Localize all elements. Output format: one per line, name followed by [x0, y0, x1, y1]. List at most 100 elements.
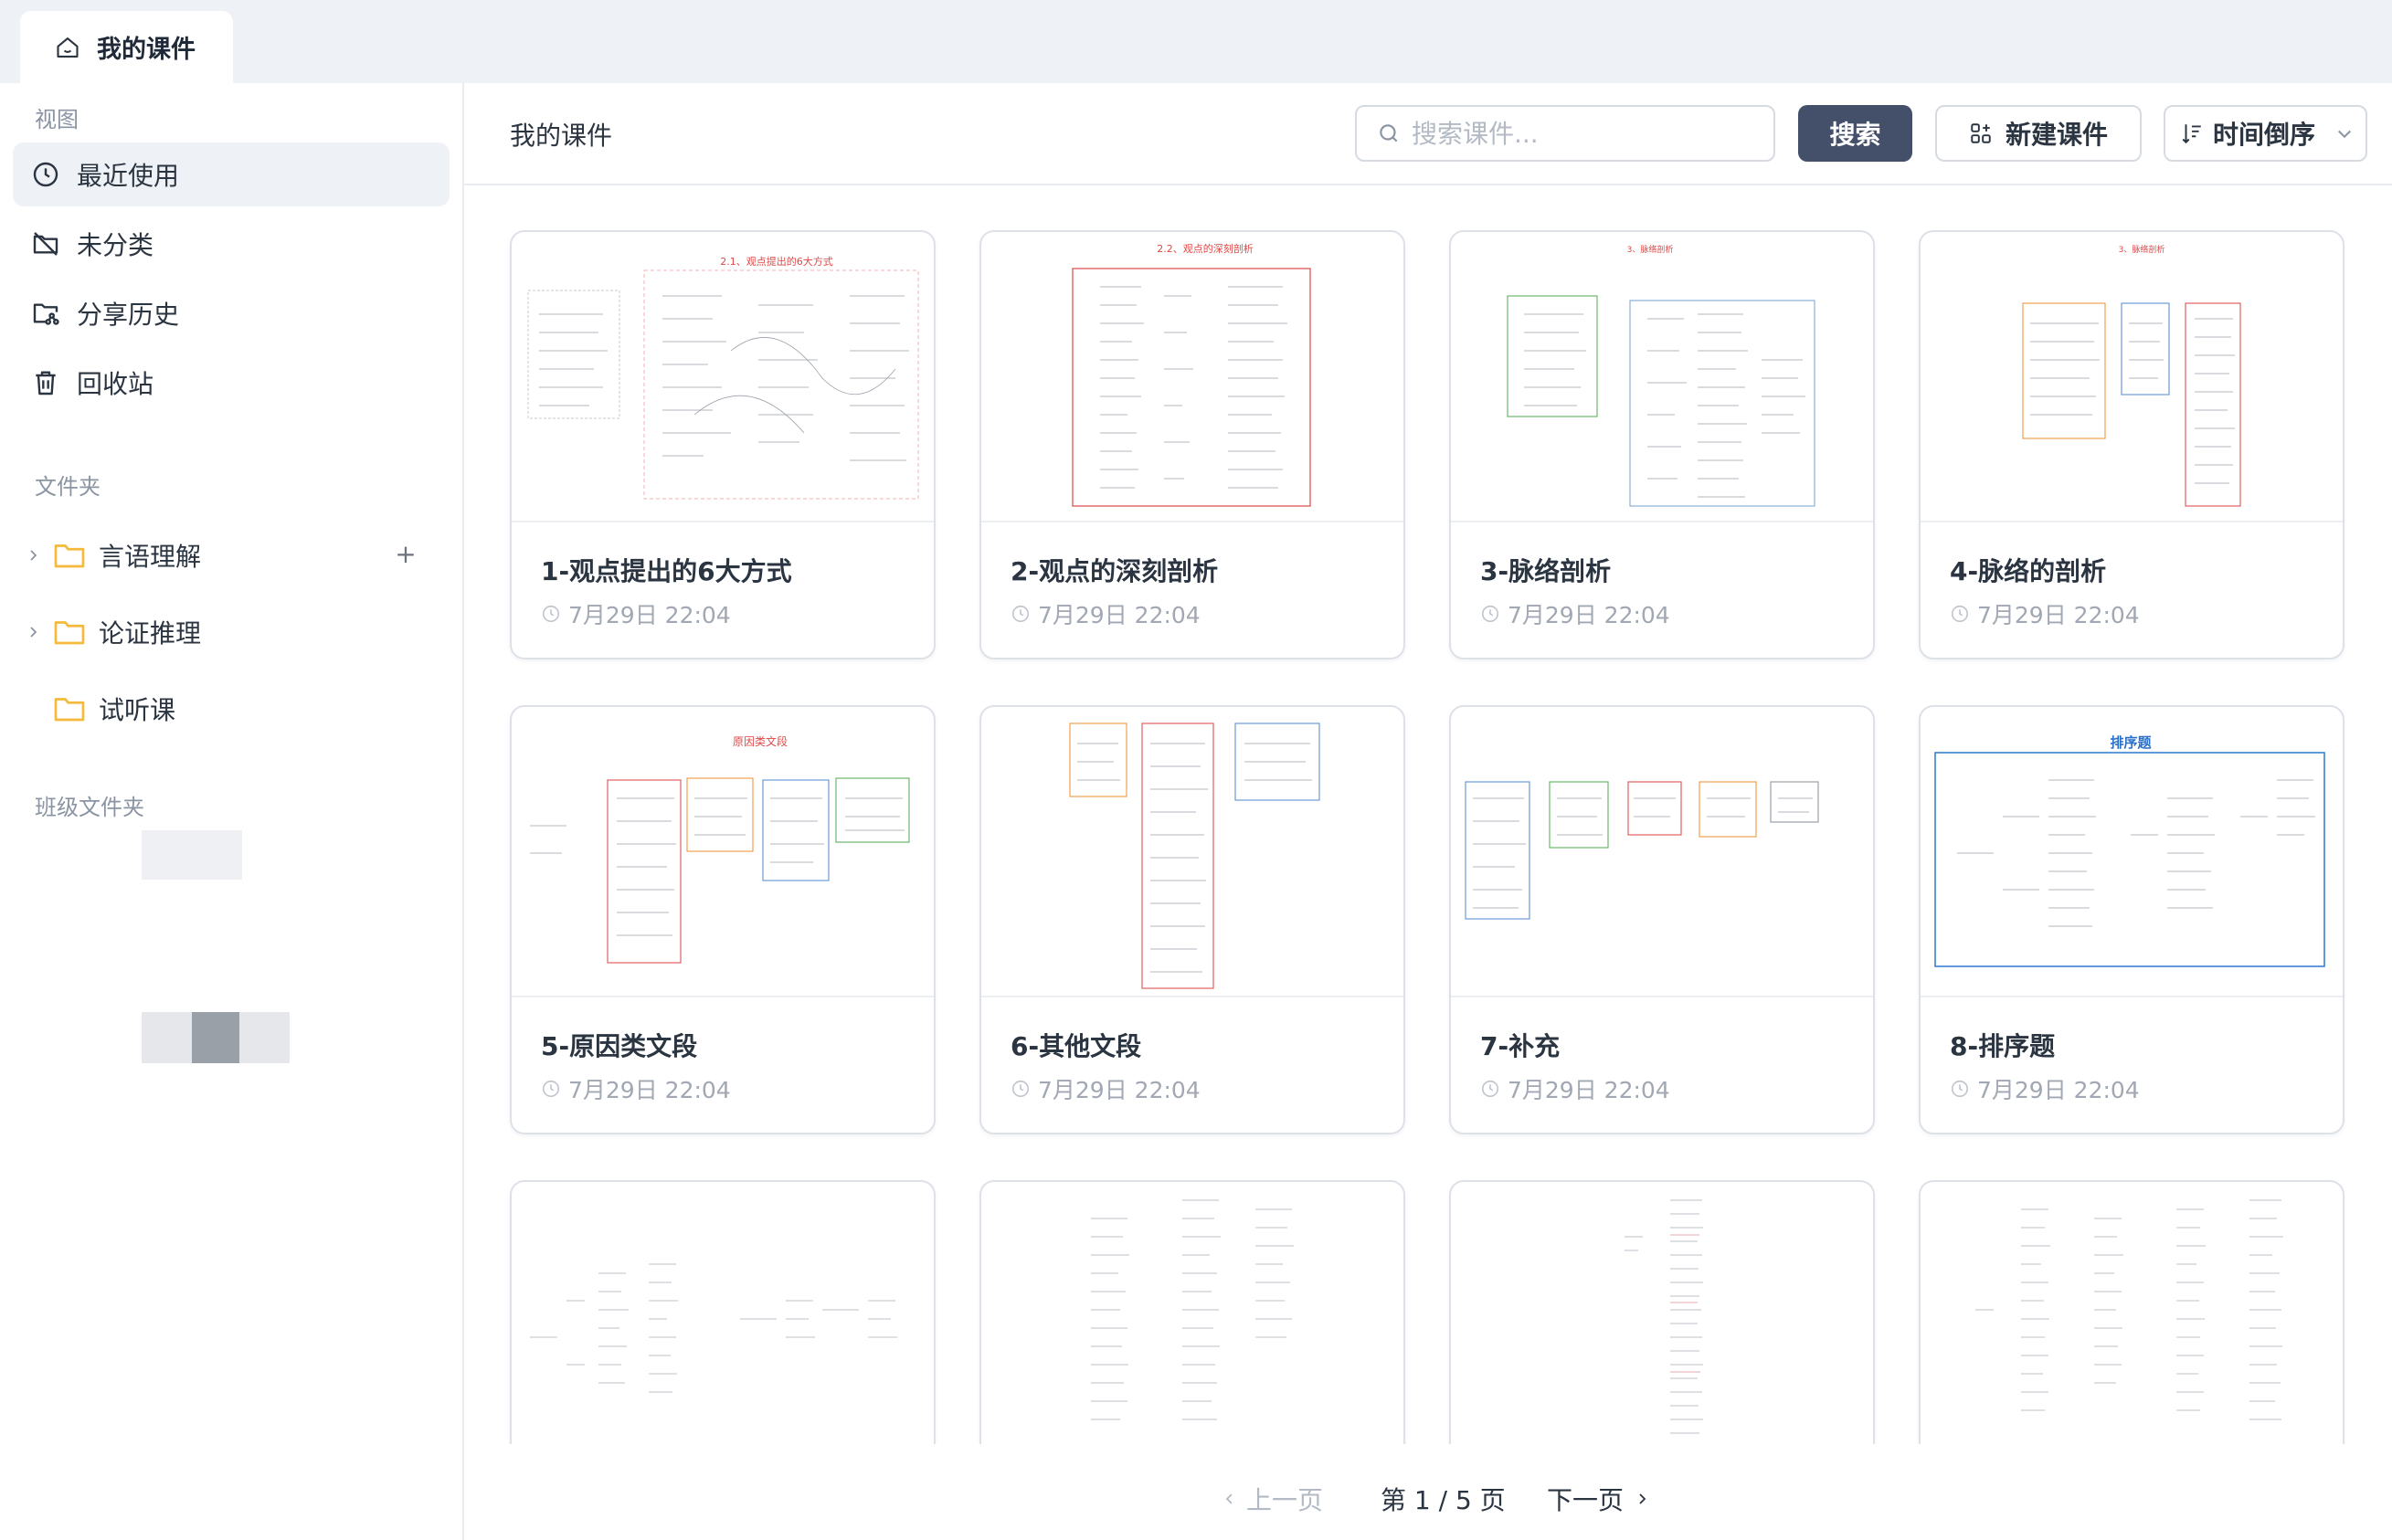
card-thumbnail: 2.1、观点提出的6大方式 — [512, 232, 934, 522]
clock-icon — [1480, 604, 1500, 624]
card-thumbnail — [1451, 707, 1873, 997]
courseware-card[interactable]: 原因类文段 5-原因类文段 7月29日 22:04 — [510, 705, 936, 1134]
sidebar-item-label: 最近使用 — [77, 161, 180, 191]
card-time: 7月29日 22:04 — [568, 1077, 731, 1103]
courseware-card[interactable] — [510, 1180, 936, 1445]
search-button[interactable]: 搜索 — [1798, 105, 1912, 162]
folder-label: 言语理解 — [99, 542, 202, 572]
folder-icon — [53, 542, 99, 569]
clock-icon — [1480, 1079, 1500, 1099]
card-thumbnail — [1921, 1182, 2343, 1445]
chevron-right-icon — [1635, 1490, 1649, 1508]
home-icon — [55, 35, 80, 60]
chevron-right-icon[interactable] — [13, 548, 53, 563]
folder-label: 试听课 — [99, 695, 176, 725]
search-input[interactable] — [1412, 118, 1759, 149]
blurred-class-folder-accent — [192, 1012, 239, 1063]
courseware-card[interactable]: 2.1、观点提出的6大方式 1-观点提出的6大方式 7月29日 22:04 — [510, 230, 936, 659]
clock-icon — [1950, 604, 1970, 624]
blurred-class-folder — [142, 830, 242, 880]
card-title: 4-脉络的剖析 — [1950, 556, 2107, 586]
card-time: 7月29日 22:04 — [1508, 1077, 1670, 1103]
courseware-card[interactable] — [1919, 1180, 2344, 1445]
class-folder-section-title: 班级文件夹 — [35, 795, 144, 820]
tab-label: 我的课件 — [97, 36, 196, 64]
pagination: 上一页 第 1 / 5 页 下一页 — [464, 1481, 2392, 1517]
card-title: 6-其他文段 — [1011, 1031, 1142, 1061]
card-title: 8-排序题 — [1950, 1031, 2056, 1061]
tab-bar: 我的课件 — [0, 0, 2392, 83]
card-meta: 7月29日 22:04 — [1950, 1072, 2140, 1105]
courseware-card[interactable]: 3、脉络剖析 3-脉络剖析 7月29日 22:04 — [1449, 230, 1875, 659]
next-page-button[interactable]: 下一页 — [1547, 1481, 1649, 1517]
view-section-title: 视图 — [35, 107, 79, 132]
sort-dropdown[interactable]: 时间倒序 — [2164, 105, 2367, 162]
card-meta: 7月29日 22:04 — [1480, 1072, 1670, 1105]
chevron-right-icon[interactable] — [13, 625, 53, 639]
sidebar-item-trash[interactable]: 回收站 — [13, 351, 450, 415]
page-title: 我的课件 — [510, 121, 613, 151]
thumb-heading: 3、脉络剖析 — [1627, 244, 1674, 255]
courseware-card[interactable] — [1449, 1180, 1875, 1445]
sort-icon — [2180, 121, 2204, 145]
card-title: 5-原因类文段 — [541, 1031, 698, 1061]
card-meta: 7月29日 22:04 — [1950, 597, 2140, 630]
courseware-card[interactable]: 7-补充 7月29日 22:04 — [1449, 705, 1875, 1134]
card-thumbnail: 原因类文段 — [512, 707, 934, 997]
thumb-heading: 原因类文段 — [733, 734, 788, 748]
add-grid-icon — [1969, 121, 1993, 145]
page-indicator: 第 1 / 5 页 — [1381, 1485, 1506, 1515]
card-meta: 7月29日 22:04 — [1011, 597, 1201, 630]
card-time: 7月29日 22:04 — [568, 602, 731, 628]
tab-my-courseware[interactable]: 我的课件 — [20, 11, 233, 83]
clock-icon — [1011, 604, 1031, 624]
card-title: 2-观点的深刻剖析 — [1011, 556, 1219, 586]
new-courseware-label: 新建课件 — [2005, 120, 2108, 150]
card-thumbnail — [1451, 1182, 1873, 1445]
sidebar-item-share-history[interactable]: 分享历史 — [13, 281, 450, 345]
courseware-card[interactable]: 2.2、观点的深刻剖析 2-观点的深刻剖析 7月29日 22:04 — [979, 230, 1405, 659]
courseware-card[interactable]: 6-其他文段 7月29日 22:04 — [979, 705, 1405, 1134]
prev-page-label: 上一页 — [1246, 1485, 1324, 1515]
card-thumbnail: 3、脉络剖析 — [1451, 232, 1873, 522]
card-meta: 7月29日 22:04 — [1011, 1072, 1201, 1105]
sidebar-item-label: 分享历史 — [77, 300, 180, 330]
card-time: 7月29日 22:04 — [1038, 602, 1201, 628]
thumb-heading: 排序题 — [2110, 734, 2152, 751]
card-thumbnail — [981, 707, 1403, 997]
clock-icon — [1011, 1079, 1031, 1099]
prev-page-button[interactable]: 上一页 — [1222, 1481, 1323, 1517]
thumb-heading: 2.1、观点提出的6大方式 — [720, 255, 833, 268]
card-meta: 7月29日 22:04 — [541, 1072, 731, 1105]
search-box[interactable] — [1355, 105, 1775, 162]
new-courseware-button[interactable]: 新建课件 — [1935, 105, 2142, 162]
card-meta: 7月29日 22:04 — [1480, 597, 1670, 630]
card-title: 3-脉络剖析 — [1480, 556, 1612, 586]
card-title: 1-观点提出的6大方式 — [541, 556, 792, 586]
folder-section-title: 文件夹 — [35, 474, 101, 500]
card-time: 7月29日 22:04 — [1508, 602, 1670, 628]
thumb-heading: 3、脉络剖析 — [2119, 244, 2165, 255]
card-thumbnail — [512, 1182, 934, 1445]
sidebar: 视图 最近使用 未分类 分享历史 回收站 文件夹 + 言语理解 论证推理 试听课… — [0, 83, 464, 1540]
sidebar-item-uncategorized[interactable]: 未分类 — [13, 212, 450, 276]
folder-item-yanyu[interactable]: 言语理解 — [13, 523, 450, 587]
clock-icon — [31, 160, 60, 189]
clock-icon — [541, 604, 561, 624]
card-thumbnail: 排序题 — [1921, 707, 2343, 997]
folder-item-shiting[interactable]: 试听课 — [13, 677, 450, 741]
folder-item-lunzheng[interactable]: 论证推理 — [13, 600, 450, 664]
sidebar-item-recent[interactable]: 最近使用 — [13, 142, 450, 206]
folder-share-icon — [31, 299, 60, 328]
courseware-card[interactable]: 3、脉络剖析 4-脉络的剖析 7月29日 22:04 — [1919, 230, 2344, 659]
toolbar: 我的课件 搜索 新建课件 时间倒序 — [464, 83, 2392, 185]
card-time: 7月29日 22:04 — [1977, 602, 2140, 628]
card-time: 7月29日 22:04 — [1977, 1077, 2140, 1103]
main-content: 我的课件 搜索 新建课件 时间倒序 — [464, 83, 2392, 1540]
card-thumbnail: 2.2、观点的深刻剖析 — [981, 232, 1403, 522]
chevron-down-icon — [2335, 124, 2354, 142]
courseware-card[interactable] — [979, 1180, 1405, 1445]
folder-off-icon — [31, 229, 60, 258]
thumb-heading: 2.2、观点的深刻剖析 — [1157, 242, 1254, 255]
courseware-card[interactable]: 排序题 8-排序题 7月29日 22:04 — [1919, 705, 2344, 1134]
